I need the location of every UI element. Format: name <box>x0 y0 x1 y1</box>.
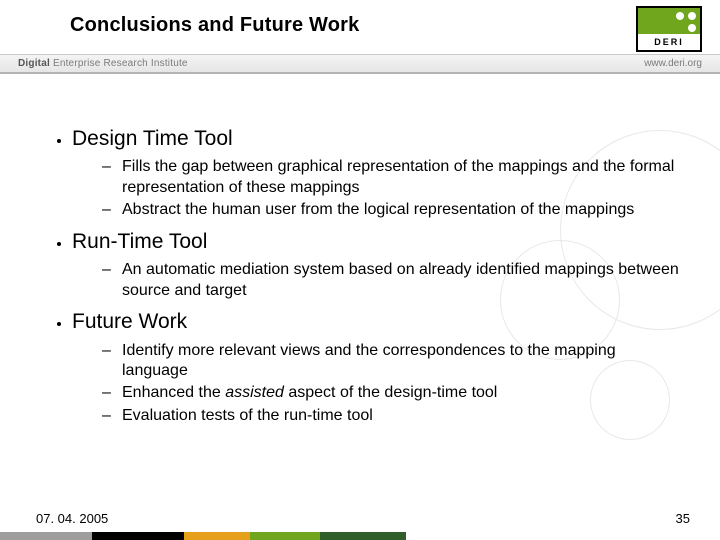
sub-list: Identify more relevant views and the cor… <box>72 341 684 427</box>
sub-item: Abstract the human user from the logical… <box>102 200 684 220</box>
sub-item: An automatic mediation system based on a… <box>102 260 684 301</box>
bullet-list: Design Time Tool Fills the gap between g… <box>36 124 684 426</box>
list-item: Design Time Tool Fills the gap between g… <box>72 124 684 221</box>
subheader-bar: Digital Enterprise Research Institute ww… <box>0 54 720 74</box>
slide-title: Conclusions and Future Work <box>70 14 360 37</box>
logo-icon <box>638 8 700 34</box>
page-number: 35 <box>676 511 690 526</box>
footer-stripe <box>0 532 406 540</box>
slide: Conclusions and Future Work DERI Digital… <box>0 0 720 540</box>
section-title: Future Work <box>72 310 187 333</box>
sub-item: Identify more relevant views and the cor… <box>102 341 684 382</box>
deri-logo: DERI <box>636 6 702 52</box>
website-url: www.deri.org <box>644 58 702 69</box>
section-title: Run-Time Tool <box>72 230 207 253</box>
sub-item: Evaluation tests of the run-time tool <box>102 406 684 426</box>
sub-item: Fills the gap between graphical represen… <box>102 157 684 198</box>
section-title: Design Time Tool <box>72 127 233 150</box>
header: Conclusions and Future Work DERI <box>0 0 720 54</box>
sub-item: Enhanced the assisted aspect of the desi… <box>102 383 684 403</box>
logo-text: DERI <box>638 34 700 50</box>
footer: 07. 04. 2005 35 <box>0 502 720 540</box>
institute-name: Digital Enterprise Research Institute <box>18 58 188 69</box>
sub-list: An automatic mediation system based on a… <box>72 260 684 301</box>
sub-list: Fills the gap between graphical represen… <box>72 157 684 220</box>
footer-date: 07. 04. 2005 <box>36 511 108 526</box>
